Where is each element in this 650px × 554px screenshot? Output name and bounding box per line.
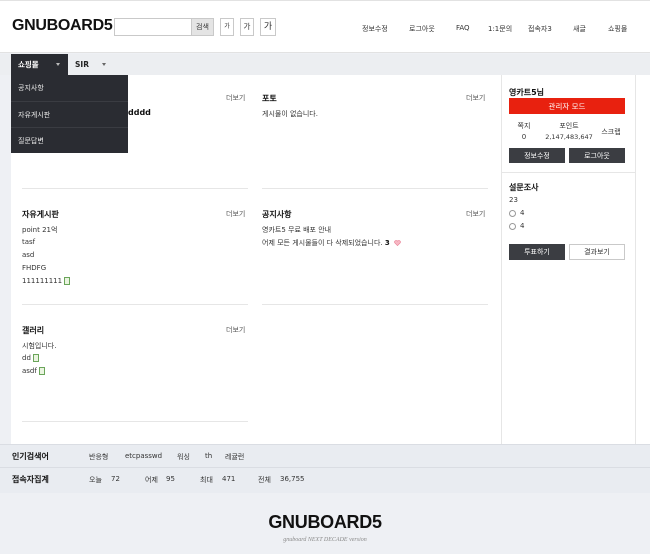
gnb-dropdown-menu: 공지사항 자유게시판 질문답변	[11, 75, 128, 153]
footer-logo: GNUBOARD5	[268, 512, 382, 532]
search-button[interactable]: 검색	[191, 19, 213, 35]
divider	[0, 467, 650, 468]
latest-free-more-link[interactable]: 더보기	[226, 209, 245, 219]
list-item[interactable]: asd	[22, 251, 34, 259]
admin-mode-button[interactable]: 관리자 모드	[509, 98, 625, 114]
list-item-text: asdf	[22, 367, 37, 375]
memo-label[interactable]: 쪽지	[509, 121, 539, 131]
visit-today-value: 72	[111, 475, 120, 483]
search-form: 검색	[114, 18, 214, 36]
logout-button[interactable]: 로그아웃	[569, 148, 625, 163]
tnb-edit-profile[interactable]: 정보수정	[362, 24, 388, 34]
right-gutter	[635, 75, 650, 444]
popular-keyword[interactable]: th	[205, 452, 212, 460]
point-value[interactable]: 2,147,483,647	[540, 133, 598, 141]
list-item[interactable]: 영카트5 무료 배포 안내	[262, 225, 331, 235]
latest-photo-more-link[interactable]: 더보기	[466, 93, 485, 103]
tnb-shop[interactable]: 쇼핑몰	[608, 24, 627, 34]
scrap-label[interactable]: 스크랩	[598, 127, 624, 137]
list-item-text: dd	[22, 354, 31, 362]
popular-keyword[interactable]: 레귤런	[225, 452, 244, 462]
list-item[interactable]: dd	[22, 354, 39, 362]
dropdown-item-free-board[interactable]: 자유게시판	[11, 101, 128, 127]
poll-option-radio[interactable]	[509, 223, 516, 230]
dropdown-item-notice[interactable]: 공지사항	[11, 75, 128, 101]
visit-today-label: 오늘	[89, 476, 102, 484]
divider	[22, 188, 248, 189]
visit-total-value: 36,755	[280, 475, 305, 483]
gnb-item-sir[interactable]: SIR	[68, 54, 118, 75]
list-item-text: 어제 모든 게시물들이 다 삭제되었습니다.	[262, 239, 383, 247]
list-item[interactable]: FHDFG	[22, 264, 46, 272]
vote-button[interactable]: 투표하기	[509, 244, 565, 260]
divider	[22, 421, 248, 422]
latest-gallery-title[interactable]: 갤러리	[22, 325, 44, 336]
file-icon	[64, 277, 71, 285]
gnb-item-label: SIR	[75, 60, 89, 69]
divider	[22, 304, 248, 305]
divider	[262, 304, 488, 305]
list-item[interactable]: 어제 모든 게시물들이 다 삭제되었습니다. 3	[262, 238, 401, 248]
font-medium-button[interactable]: 가	[240, 18, 254, 36]
popular-keyword[interactable]: etcpasswd	[125, 452, 162, 460]
visit-max-value: 471	[222, 475, 236, 483]
poll-option-label: 4	[520, 222, 525, 230]
visit-yesterday-value: 95	[166, 475, 175, 483]
site-logo[interactable]: GNUBOARD5	[12, 17, 113, 35]
latest-notice-more-link[interactable]: 더보기	[466, 209, 485, 219]
latest-shop-item[interactable]: dddd	[128, 108, 151, 117]
latest-notice-title[interactable]: 공지사항	[262, 209, 291, 220]
popular-keyword[interactable]: 워싱	[177, 452, 190, 462]
list-item[interactable]: tasf	[22, 238, 35, 246]
heart-icon	[394, 240, 401, 246]
popular-keyword[interactable]: 반응형	[89, 452, 108, 462]
latest-photo-title[interactable]: 포토	[262, 93, 277, 104]
footer-tagline: gnuboard NEXT DECADE version	[283, 537, 367, 543]
tnb-new-posts[interactable]: 새글	[573, 24, 586, 34]
latest-free-title[interactable]: 자유게시판	[22, 209, 59, 220]
list-item[interactable]: asdf	[22, 367, 45, 375]
search-input[interactable]	[115, 19, 193, 35]
poll-option-radio[interactable]	[509, 210, 516, 217]
list-item-text: 111111111	[22, 277, 63, 285]
point-label[interactable]: 포인트	[540, 121, 598, 131]
poll-title: 설문조사	[509, 183, 539, 192]
tnb-qa[interactable]: 1:1문의	[488, 24, 512, 34]
poll-question: 23	[509, 196, 518, 204]
memo-count[interactable]: 0	[509, 133, 539, 141]
visit-max-label: 최대	[200, 476, 213, 484]
font-large-button[interactable]: 가	[260, 18, 276, 36]
latest-gallery-more-link[interactable]: 더보기	[226, 325, 245, 335]
latest-shop-more-link[interactable]: 더보기	[226, 93, 245, 103]
list-item[interactable]: 111111111	[22, 277, 71, 285]
chevron-down-icon	[102, 63, 106, 66]
list-item[interactable]: point 21억	[22, 225, 57, 235]
poll-option-label: 4	[520, 209, 525, 217]
tnb-logout[interactable]: 로그아웃	[409, 24, 435, 34]
gnb-item-label: 쇼핑몰	[18, 60, 39, 69]
poll-result-button[interactable]: 결과보기	[569, 244, 625, 260]
visit-total-label: 전체	[258, 476, 271, 484]
file-icon	[38, 367, 45, 375]
popular-search-label: 인기검색어	[12, 452, 49, 461]
visit-stats-label: 접속자집계	[12, 475, 49, 484]
divider	[262, 188, 488, 189]
empty-message: 게시물이 없습니다.	[262, 110, 318, 118]
divider	[501, 172, 635, 173]
comment-count: 3	[384, 239, 390, 247]
user-name: 영카트5님	[509, 88, 545, 97]
edit-profile-button[interactable]: 정보수정	[509, 148, 565, 163]
file-icon	[32, 354, 39, 362]
visit-yesterday-label: 어제	[145, 476, 158, 484]
font-small-button[interactable]: 가	[220, 18, 234, 36]
tnb-visitors[interactable]: 접속자3	[528, 24, 552, 34]
tnb-faq[interactable]: FAQ	[456, 24, 470, 32]
chevron-down-icon	[56, 63, 60, 66]
list-item[interactable]: 시험입니다.	[22, 341, 56, 351]
dropdown-item-qa[interactable]: 질문답변	[11, 127, 128, 153]
gnb-item-shop[interactable]: 쇼핑몰	[11, 54, 68, 75]
